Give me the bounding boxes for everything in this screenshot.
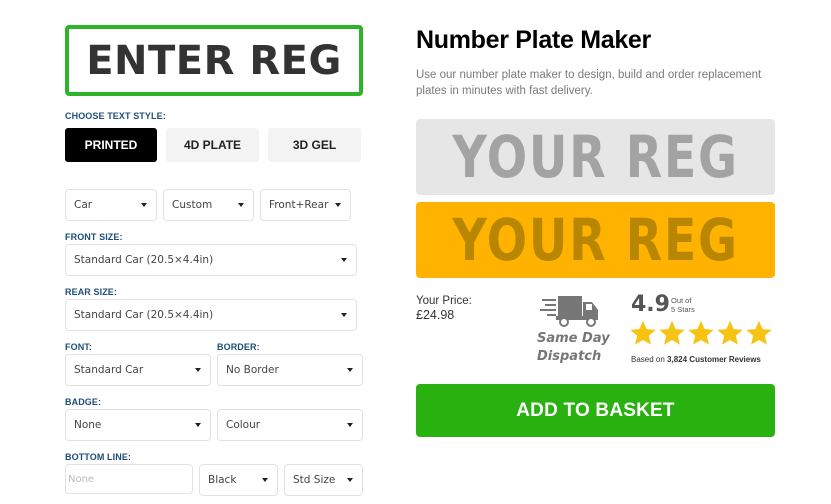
badge-select[interactable]: None <box>65 409 211 441</box>
plate-type-value: Custom <box>172 199 213 211</box>
star-icon <box>688 320 714 345</box>
bottom-line-size-value: Std Size <box>293 474 336 486</box>
rear-plate-preview: YOUR REG <box>416 202 775 278</box>
star-icon <box>746 320 772 345</box>
add-to-basket-button[interactable]: ADD TO BASKET <box>416 384 775 437</box>
chevron-down-icon <box>335 203 341 207</box>
text-style-label: CHOOSE TEXT STYLE: <box>65 111 166 121</box>
bottom-line-colour-select[interactable]: Black <box>199 464 278 496</box>
star-rating <box>629 319 773 347</box>
star-icon <box>630 320 656 345</box>
bottom-line-size-select[interactable]: Std Size <box>284 464 363 496</box>
rear-size-select[interactable]: Standard Car (20.5×4.4in) <box>65 299 357 331</box>
dispatch-line-2: Dispatch <box>537 349 602 364</box>
rating-out-of-line2: 5 Stars <box>671 305 695 314</box>
border-label: BORDER: <box>217 342 260 352</box>
badge-colour-select[interactable]: Colour <box>217 409 363 441</box>
vehicle-type-select[interactable]: Car <box>65 189 157 221</box>
bottom-line-label: BOTTOM LINE: <box>65 452 132 462</box>
rating-out-of: Out of 5 Stars <box>671 296 695 314</box>
price-value: £24.98 <box>416 308 455 322</box>
plates-value: Front+Rear <box>269 199 329 211</box>
style-4d-plate-button[interactable]: 4D PLATE <box>166 128 259 162</box>
bottom-line-colour-value: Black <box>208 474 237 486</box>
badge-label: BADGE: <box>65 397 102 407</box>
font-label: FONT: <box>65 342 92 352</box>
plate-type-select[interactable]: Custom <box>163 189 254 221</box>
chevron-down-icon <box>195 423 201 427</box>
price-label: Your Price: <box>416 295 472 307</box>
rating-out-of-line1: Out of <box>671 296 692 305</box>
star-icon <box>659 320 685 345</box>
chevron-down-icon <box>347 423 353 427</box>
dispatch-line-1: Same Day <box>537 331 610 346</box>
chevron-down-icon <box>347 368 353 372</box>
chevron-down-icon <box>195 368 201 372</box>
font-select[interactable]: Standard Car <box>65 354 211 386</box>
page-description: Use our number plate maker to design, bu… <box>416 69 762 97</box>
registration-input[interactable]: ENTER REG <box>65 25 363 96</box>
page-title: Number Plate Maker <box>416 26 651 54</box>
border-select[interactable]: No Border <box>217 354 363 386</box>
vehicle-type-value: Car <box>74 199 93 211</box>
same-day-dispatch-text: Same Day Dispatch <box>537 330 610 366</box>
rating-score: 4.9 <box>631 292 670 317</box>
chevron-down-icon <box>347 478 353 482</box>
chevron-down-icon <box>341 258 347 262</box>
reviews-prefix: Based on <box>631 355 665 364</box>
chevron-down-icon <box>262 478 268 482</box>
reviews-count-value: 3,824 Customer Reviews <box>667 355 761 364</box>
front-plate-preview: YOUR REG <box>416 119 775 195</box>
style-3d-gel-button[interactable]: 3D GEL <box>268 128 361 162</box>
rear-size-label: REAR SIZE: <box>65 287 118 297</box>
front-size-select[interactable]: Standard Car (20.5×4.4in) <box>65 244 357 276</box>
style-printed-button[interactable]: PRINTED <box>65 128 157 162</box>
bottom-line-input[interactable]: None <box>65 464 193 494</box>
badge-colour-value: Colour <box>226 419 261 431</box>
front-size-label: FRONT SIZE: <box>65 232 123 242</box>
border-value: No Border <box>226 364 279 376</box>
rear-plate-text: YOUR REG <box>452 206 739 274</box>
chevron-down-icon <box>341 313 347 317</box>
chevron-down-icon <box>238 203 244 207</box>
plates-select[interactable]: Front+Rear <box>260 189 351 221</box>
front-size-value: Standard Car (20.5×4.4in) <box>74 254 214 266</box>
star-icon <box>717 320 743 345</box>
front-plate-text: YOUR REG <box>452 123 739 191</box>
chevron-down-icon <box>141 203 147 207</box>
font-value: Standard Car <box>74 364 144 376</box>
delivery-truck-icon <box>540 296 598 327</box>
reviews-count: Based on 3,824 Customer Reviews <box>631 355 761 364</box>
rear-size-value: Standard Car (20.5×4.4in) <box>74 309 214 321</box>
badge-value: None <box>74 419 102 431</box>
